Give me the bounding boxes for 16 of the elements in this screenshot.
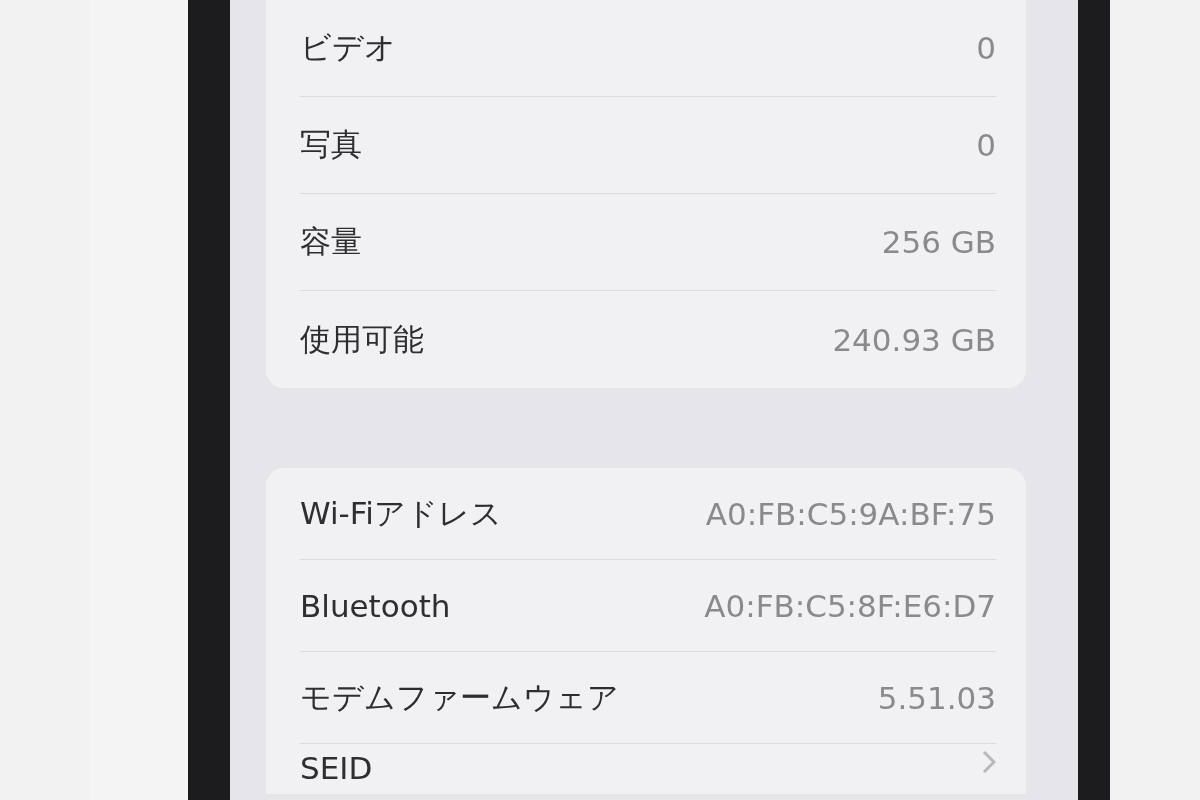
- row-value: 0: [976, 127, 996, 163]
- row-value: A0:FB:C5:9A:BF:75: [705, 495, 996, 532]
- row-label: 容量: [300, 222, 362, 261]
- row-value: 0: [976, 30, 996, 66]
- row-value: A0:FB:C5:8F:E6:D7: [704, 587, 996, 624]
- row-label: 使用可能: [300, 319, 424, 359]
- row-label: SEID: [300, 750, 373, 786]
- row-label: ビデオ: [300, 28, 396, 67]
- chevron-icon: [982, 750, 996, 774]
- row-value: 5.51.03: [877, 679, 996, 716]
- row-value: 240.93 GB: [832, 321, 996, 358]
- row-value: 256 GB: [881, 224, 996, 260]
- row-label: Bluetooth: [300, 587, 451, 624]
- row-label: Wi-Fiアドレス: [300, 493, 502, 533]
- row-label: モデムファームウェア: [300, 677, 619, 717]
- row-label: 写真: [300, 125, 362, 164]
